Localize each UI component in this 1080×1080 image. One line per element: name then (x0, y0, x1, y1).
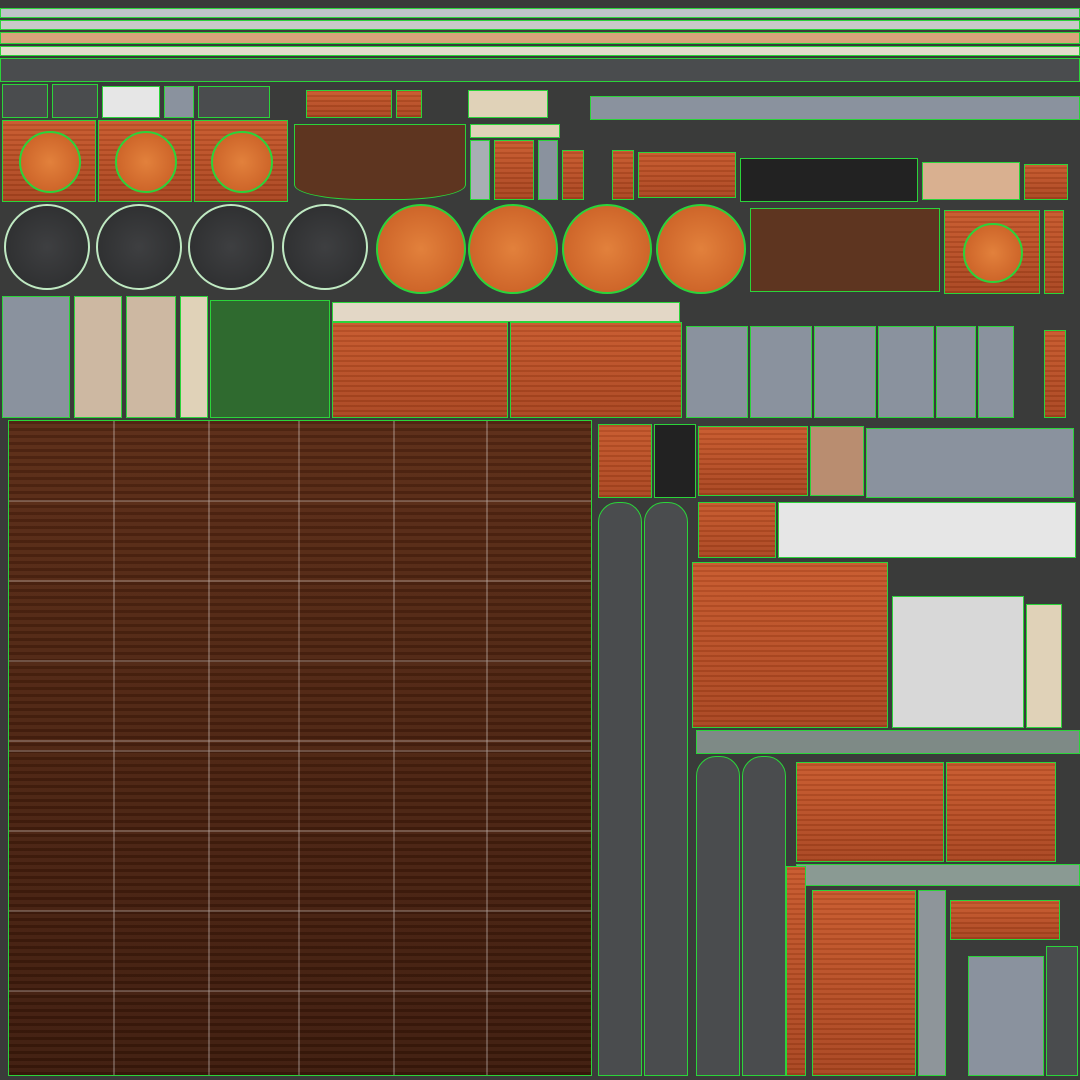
uv-fan-roof (812, 890, 916, 1076)
uv-shell-row-bottom (796, 864, 1080, 886)
uv-texture-atlas (0, 0, 1080, 1080)
uv-wood-small-2 (698, 502, 776, 558)
uv-ledge-strip (332, 302, 680, 322)
uv-long-strip-1 (598, 502, 642, 1076)
uv-pyramid-right (52, 84, 98, 118)
uv-windows-col-1 (470, 140, 490, 200)
uv-frame-bottom-right (1046, 946, 1078, 1076)
uv-long-strip-2 (644, 502, 688, 1076)
uv-wood-strip-top (306, 90, 392, 118)
uv-sphere-dark-3 (188, 204, 274, 290)
uv-grey-window-1 (2, 296, 70, 418)
uv-side-strip-1 (1044, 210, 1064, 294)
uv-roof-dome-3 (211, 131, 273, 193)
uv-roof-dome-4 (963, 223, 1023, 283)
uv-glass-panel-2 (750, 326, 812, 418)
uv-lattice-cross (210, 300, 330, 418)
uv-windows-col-2 (538, 140, 558, 200)
uv-roof-square-2 (98, 120, 192, 202)
uv-window-block-1 (102, 86, 160, 118)
uv-roof-square-1 (2, 120, 96, 202)
uv-white-panels (778, 502, 1076, 558)
uv-sphere-dark-2 (96, 204, 182, 290)
uv-roof-square-3 (194, 120, 288, 202)
uv-door-panel-3 (612, 150, 634, 200)
uv-gable-roof-1 (796, 762, 944, 862)
uv-sphere-orange-1 (376, 204, 466, 294)
uv-roof-square-4 (944, 210, 1040, 294)
uv-strip-row-4 (0, 46, 1080, 56)
uv-glass-panel-3 (814, 326, 876, 418)
uv-shell-row-right (590, 96, 1080, 120)
uv-panel-grey-1 (164, 86, 194, 118)
uv-railings-top (468, 90, 548, 118)
uv-long-strip-3 (696, 756, 740, 1076)
uv-floor-grid (9, 421, 591, 1075)
uv-long-strip-4 (742, 756, 786, 1076)
uv-column-stack (918, 890, 946, 1076)
uv-strip-row-3 (0, 32, 1080, 44)
uv-arch-pieces (810, 426, 864, 496)
uv-pillar-strip (1026, 604, 1062, 728)
uv-wood-wall-2 (510, 322, 682, 418)
uv-glass-panel-6 (978, 326, 1014, 418)
uv-roof-dome-1 (19, 131, 81, 193)
uv-pyramid-left (2, 84, 48, 118)
uv-door-panel-1 (494, 140, 534, 200)
uv-facade-strip-1 (470, 124, 560, 138)
uv-wood-small-1 (598, 424, 652, 498)
uv-side-strip-2 (1044, 330, 1066, 418)
uv-lattice-white (892, 596, 1024, 728)
uv-glass-panel-1 (686, 326, 748, 418)
uv-shell-row-low (696, 730, 1080, 754)
uv-wood-strip-bottom (786, 866, 806, 1076)
uv-curved-roof-1 (294, 124, 466, 200)
uv-window-cluster (866, 428, 1074, 498)
uv-louver-panel-2 (126, 296, 176, 418)
uv-sphere-orange-4 (656, 204, 746, 294)
uv-gable-roof-2 (946, 762, 1056, 862)
uv-strip-row-2 (0, 20, 1080, 30)
uv-sphere-orange-2 (468, 204, 558, 294)
uv-box-roof-1 (638, 152, 736, 198)
uv-small-pyramid (1024, 164, 1068, 200)
uv-curved-roof-2 (750, 208, 940, 292)
uv-roof-dome-2 (115, 131, 177, 193)
uv-sphere-dark-4 (282, 204, 368, 290)
uv-column-strip-1 (180, 296, 208, 418)
uv-sphere-dark-1 (4, 204, 90, 290)
uv-window-block-2 (198, 86, 270, 118)
uv-wood-floor-mid (692, 562, 888, 728)
uv-glass-panel-4 (878, 326, 934, 418)
uv-solar-grid (740, 158, 918, 202)
uv-glass-panel-5 (936, 326, 976, 418)
uv-rail-vertical (654, 424, 696, 498)
uv-floor-large (8, 420, 592, 1076)
uv-door-panel-2 (562, 150, 584, 200)
uv-small-shells-row (0, 58, 1080, 82)
uv-strip-row-1 (0, 8, 1080, 18)
uv-wood-blocks-bottom (950, 900, 1060, 940)
uv-wood-wall-1 (332, 322, 508, 418)
uv-louver-panel-1 (74, 296, 122, 418)
uv-wood-panel-mid (698, 426, 808, 496)
uv-chimney-blocks (922, 162, 1020, 200)
uv-glass-bottom (968, 956, 1044, 1076)
uv-sphere-orange-3 (562, 204, 652, 294)
uv-wood-square-top (396, 90, 422, 118)
